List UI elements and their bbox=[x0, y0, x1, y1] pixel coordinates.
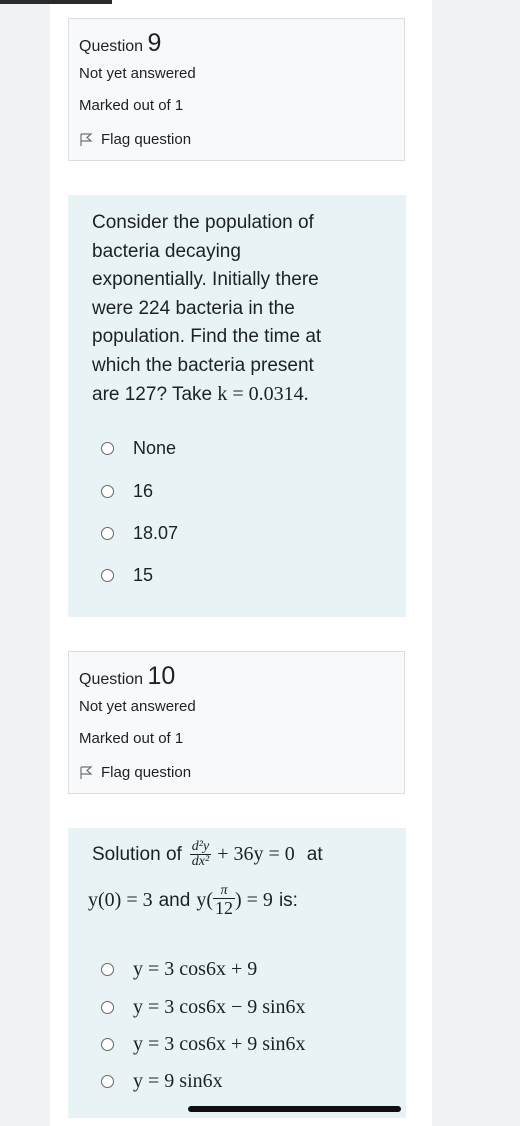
radio-button[interactable] bbox=[101, 485, 114, 498]
answer-option[interactable]: y = 3 cos6x + 9 bbox=[101, 958, 257, 981]
question-text-line: Consider the population of bbox=[92, 212, 314, 233]
initial-condition-1: y(0) = 3 bbox=[88, 889, 153, 911]
question-text: at bbox=[306, 843, 323, 865]
answer-label: y = 3 cos6x + 9 sin6x bbox=[133, 1033, 306, 1055]
question-number: 9 bbox=[147, 29, 162, 57]
question-number: 10 bbox=[147, 662, 176, 690]
question-9-content: Consider the population of bacteria deca… bbox=[68, 195, 406, 617]
question-label: Question bbox=[79, 38, 144, 55]
question-10-text-line1: Solution of d²y dx² + 36y = 0 at bbox=[92, 840, 323, 869]
answer-label: None bbox=[133, 438, 177, 458]
question-text-line: exponentially. Initially there bbox=[92, 269, 319, 290]
radio-button[interactable] bbox=[101, 1075, 114, 1088]
initial-condition-2-suffix: ) = 9 bbox=[234, 889, 273, 911]
question-grade: Marked out of 1 bbox=[79, 97, 184, 114]
second-derivative-fraction: d²y dx² bbox=[189, 839, 212, 869]
question-status: Not yet answered bbox=[79, 698, 196, 715]
answer-option[interactable]: y = 3 cos6x + 9 sin6x bbox=[101, 1033, 306, 1056]
fraction-numerator: d²y bbox=[191, 839, 210, 854]
question-10-text-line2: y(0) = 3 and y( π 12 ) = 9 is: bbox=[88, 883, 298, 918]
question-10-title: Question 10 bbox=[79, 662, 175, 691]
question-text: Solution of bbox=[92, 843, 182, 865]
answer-label: y = 3 cos6x + 9 bbox=[133, 958, 258, 980]
answer-option[interactable]: 16 bbox=[101, 481, 153, 502]
answer-option[interactable]: y = 9 sin6x bbox=[101, 1070, 223, 1093]
answer-label: 15 bbox=[133, 565, 154, 585]
radio-button[interactable] bbox=[101, 963, 114, 976]
answer-label: 16 bbox=[133, 481, 154, 501]
question-text-line: bacteria decaying bbox=[92, 240, 241, 262]
radio-button[interactable] bbox=[101, 527, 114, 540]
question-9-info: Question 9 Not yet answered Marked out o… bbox=[68, 18, 405, 161]
question-text-line: which the bacteria present bbox=[92, 354, 314, 376]
question-grade: Marked out of 1 bbox=[79, 730, 184, 747]
flag-question-link[interactable]: Flag question bbox=[79, 764, 191, 781]
answer-option[interactable]: None bbox=[101, 438, 176, 459]
flag-icon bbox=[79, 765, 93, 780]
question-status: Not yet answered bbox=[79, 65, 196, 82]
flag-question-label: Flag question bbox=[101, 764, 192, 781]
question-text-line: population. Find the time at bbox=[92, 326, 322, 347]
fraction-denominator: 12 bbox=[212, 898, 235, 918]
radio-button[interactable] bbox=[101, 442, 114, 455]
question-10-info: Question 10 Not yet answered Marked out … bbox=[68, 651, 405, 794]
top-progress-bar bbox=[0, 0, 112, 4]
radio-button[interactable] bbox=[101, 569, 114, 582]
question-text-line: are 127? Take k = 0.0314. bbox=[92, 380, 392, 410]
question-9-text: Consider the population of bacteria deca… bbox=[92, 209, 392, 410]
pi-fraction: π 12 bbox=[212, 883, 235, 918]
flag-question-link[interactable]: Flag question bbox=[79, 131, 191, 148]
answer-label: 18.07 bbox=[133, 523, 179, 543]
answer-option[interactable]: y = 3 cos6x − 9 sin6x bbox=[101, 996, 306, 1019]
fraction-denominator: dx² bbox=[189, 854, 212, 869]
k-value-expression: k = 0.0314. bbox=[217, 383, 309, 405]
question-10-content: Solution of d²y dx² + 36y = 0 at y(0) = … bbox=[68, 828, 406, 1118]
question-9-title: Question 9 bbox=[79, 29, 161, 58]
flag-icon bbox=[79, 132, 93, 147]
flag-question-label: Flag question bbox=[101, 131, 192, 148]
question-text-line: were 224 bacteria in the bbox=[92, 297, 295, 319]
answer-option[interactable]: 15 bbox=[101, 565, 153, 586]
question-text: is: bbox=[278, 889, 298, 911]
initial-condition-2-prefix: y( bbox=[196, 889, 213, 911]
radio-button[interactable] bbox=[101, 1038, 114, 1051]
question-label: Question bbox=[79, 671, 144, 688]
radio-button[interactable] bbox=[101, 1001, 114, 1014]
question-text: and bbox=[158, 889, 191, 911]
answer-option[interactable]: 18.07 bbox=[101, 523, 178, 544]
fraction-numerator: π bbox=[220, 883, 228, 898]
question-text-prefix: are 127? Take bbox=[92, 384, 213, 405]
home-indicator[interactable] bbox=[188, 1106, 401, 1112]
equation-rest: + 36y = 0 bbox=[217, 843, 295, 865]
answer-label: y = 3 cos6x − 9 sin6x bbox=[133, 996, 306, 1018]
answer-label: y = 9 sin6x bbox=[133, 1070, 223, 1092]
